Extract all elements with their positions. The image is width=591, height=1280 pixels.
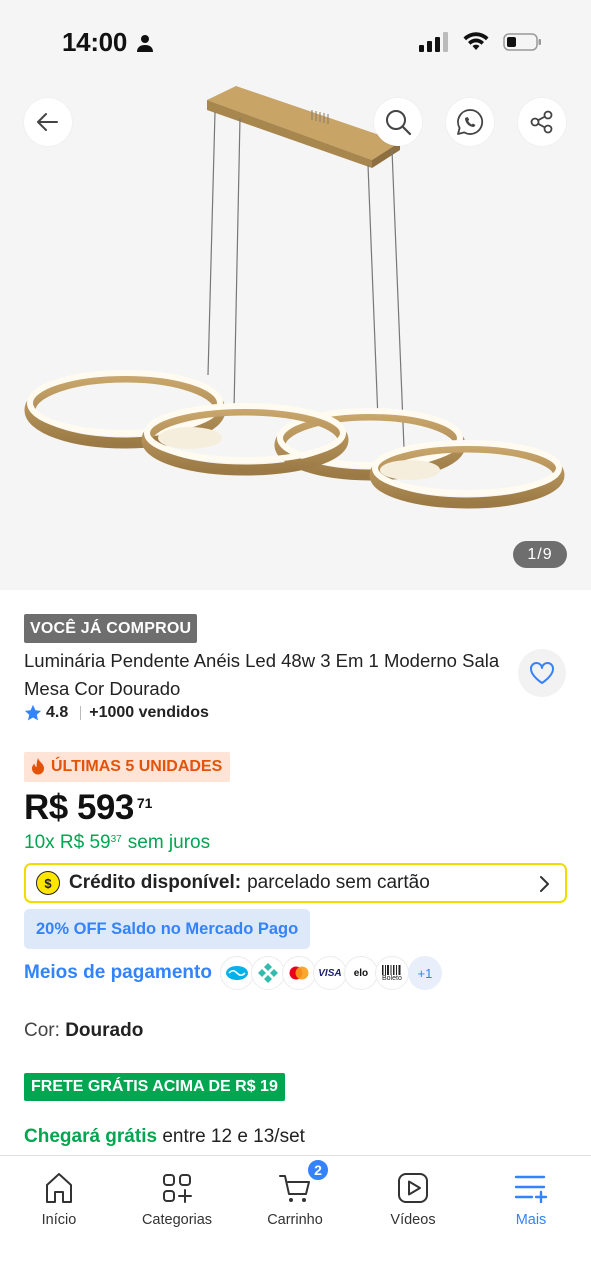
credit-text: parcelado sem cartão bbox=[247, 872, 430, 893]
video-play-icon bbox=[398, 1173, 428, 1203]
wifi-icon bbox=[463, 32, 489, 50]
free-shipping-tag: FRETE GRÁTIS ACIMA DE R$ 19 bbox=[24, 1073, 285, 1101]
share-button[interactable] bbox=[518, 98, 566, 146]
installments: 10x R$ 59 37 sem juros bbox=[24, 832, 210, 854]
nav-categories-label: Categorias bbox=[141, 1212, 213, 1228]
installments-suffix: sem juros bbox=[127, 832, 211, 853]
star-icon bbox=[24, 704, 42, 721]
back-button[interactable] bbox=[24, 98, 72, 146]
nav-categories[interactable]: Categorias bbox=[118, 1156, 236, 1246]
whatsapp-icon bbox=[457, 109, 484, 135]
categories-icon bbox=[163, 1174, 192, 1203]
price: R$ 593 71 bbox=[24, 788, 152, 828]
last-units-text: ÚLTIMAS 5 UNIDADES bbox=[51, 758, 223, 775]
signal-icon bbox=[419, 32, 448, 52]
arrival-free: Chegará grátis bbox=[24, 1126, 158, 1147]
arrival-dates: entre 12 e 13/set bbox=[162, 1126, 305, 1147]
discount-tag[interactable]: 20% OFF Saldo no Mercado Pago bbox=[24, 909, 311, 949]
rating-row[interactable]: 4.8 +1000 vendidos bbox=[24, 704, 209, 722]
coin-icon: $ bbox=[36, 871, 60, 895]
sold-count: +1000 vendidos bbox=[89, 704, 209, 721]
nav-more-label: Mais bbox=[515, 1212, 547, 1228]
more-menu-icon bbox=[514, 1175, 548, 1203]
pix-icon bbox=[250, 956, 285, 990]
nav-cart-label: Carrinho bbox=[267, 1212, 323, 1228]
nav-videos-label: Vídeos bbox=[390, 1212, 436, 1228]
cart-icon bbox=[279, 1175, 310, 1202]
nav-home-label: Início bbox=[41, 1212, 77, 1228]
mastercard-icon bbox=[281, 956, 316, 990]
elo-icon: elo bbox=[343, 956, 378, 990]
status-time: 14:00 bbox=[62, 27, 127, 57]
arrival-info: Chegará grátis entre 12 e 13/set bbox=[24, 1126, 305, 1148]
color-value: Dourado bbox=[65, 1020, 144, 1041]
image-counter: 1/9 bbox=[513, 541, 567, 568]
color-selector[interactable]: Cor: Dourado bbox=[24, 1020, 143, 1042]
search-icon bbox=[386, 110, 412, 136]
rating-divider bbox=[80, 706, 82, 720]
credit-label: Crédito disponível: bbox=[69, 872, 242, 893]
installments-amount: 10x R$ 59 bbox=[24, 832, 111, 853]
product-title: Luminária Pendente Anéis Led 48w 3 Em 1 … bbox=[24, 650, 500, 699]
nav-cart[interactable]: 2 Carrinho bbox=[236, 1156, 354, 1246]
boleto-label: Boleto bbox=[381, 974, 402, 982]
nav-home[interactable]: Início bbox=[0, 1156, 118, 1246]
nav-more[interactable]: Mais bbox=[472, 1156, 590, 1246]
product-image bbox=[24, 86, 565, 509]
battery-icon bbox=[503, 33, 541, 51]
rating-score: 4.8 bbox=[46, 704, 69, 721]
price-main: R$ 593 bbox=[24, 788, 134, 827]
color-label: Cor: bbox=[24, 1020, 60, 1041]
favorite-button[interactable] bbox=[518, 649, 566, 697]
payment-methods-link[interactable]: Meios de pagamento bbox=[24, 962, 212, 984]
chevron-right-icon bbox=[540, 876, 549, 892]
mercado-pago-icon bbox=[219, 956, 254, 990]
share-icon bbox=[530, 110, 553, 134]
bottom-navigation: Início Categorias 2 Carrinho Vídeos Mais bbox=[0, 1155, 591, 1280]
search-button[interactable] bbox=[374, 98, 422, 146]
fire-icon bbox=[32, 758, 44, 775]
home-icon bbox=[46, 1173, 72, 1203]
arrow-left-icon bbox=[37, 113, 58, 131]
whatsapp-share-button[interactable] bbox=[446, 98, 494, 146]
already-bought-tag: VOCÊ JÁ COMPROU bbox=[24, 614, 198, 643]
nav-videos[interactable]: Vídeos bbox=[354, 1156, 472, 1246]
payment-methods-row[interactable]: Meios de pagamento VISA elo Boleto +1 bbox=[24, 955, 442, 991]
heart-icon bbox=[530, 662, 554, 684]
installments-cents: 37 bbox=[110, 834, 122, 845]
more-payment-methods[interactable]: +1 bbox=[407, 956, 442, 990]
last-units-tag: ÚLTIMAS 5 UNIDADES bbox=[24, 752, 231, 782]
credit-available-banner[interactable]: $ Crédito disponível: parcelado sem cart… bbox=[24, 863, 567, 903]
boleto-icon: Boleto bbox=[374, 956, 409, 990]
visa-icon: VISA bbox=[312, 956, 347, 990]
person-icon bbox=[137, 35, 153, 52]
product-image-gallery[interactable]: 1/9 bbox=[0, 0, 591, 590]
price-cents: 71 bbox=[136, 795, 153, 811]
cart-badge: 2 bbox=[306, 1158, 330, 1182]
status-bar: 14:00 bbox=[0, 0, 591, 88]
